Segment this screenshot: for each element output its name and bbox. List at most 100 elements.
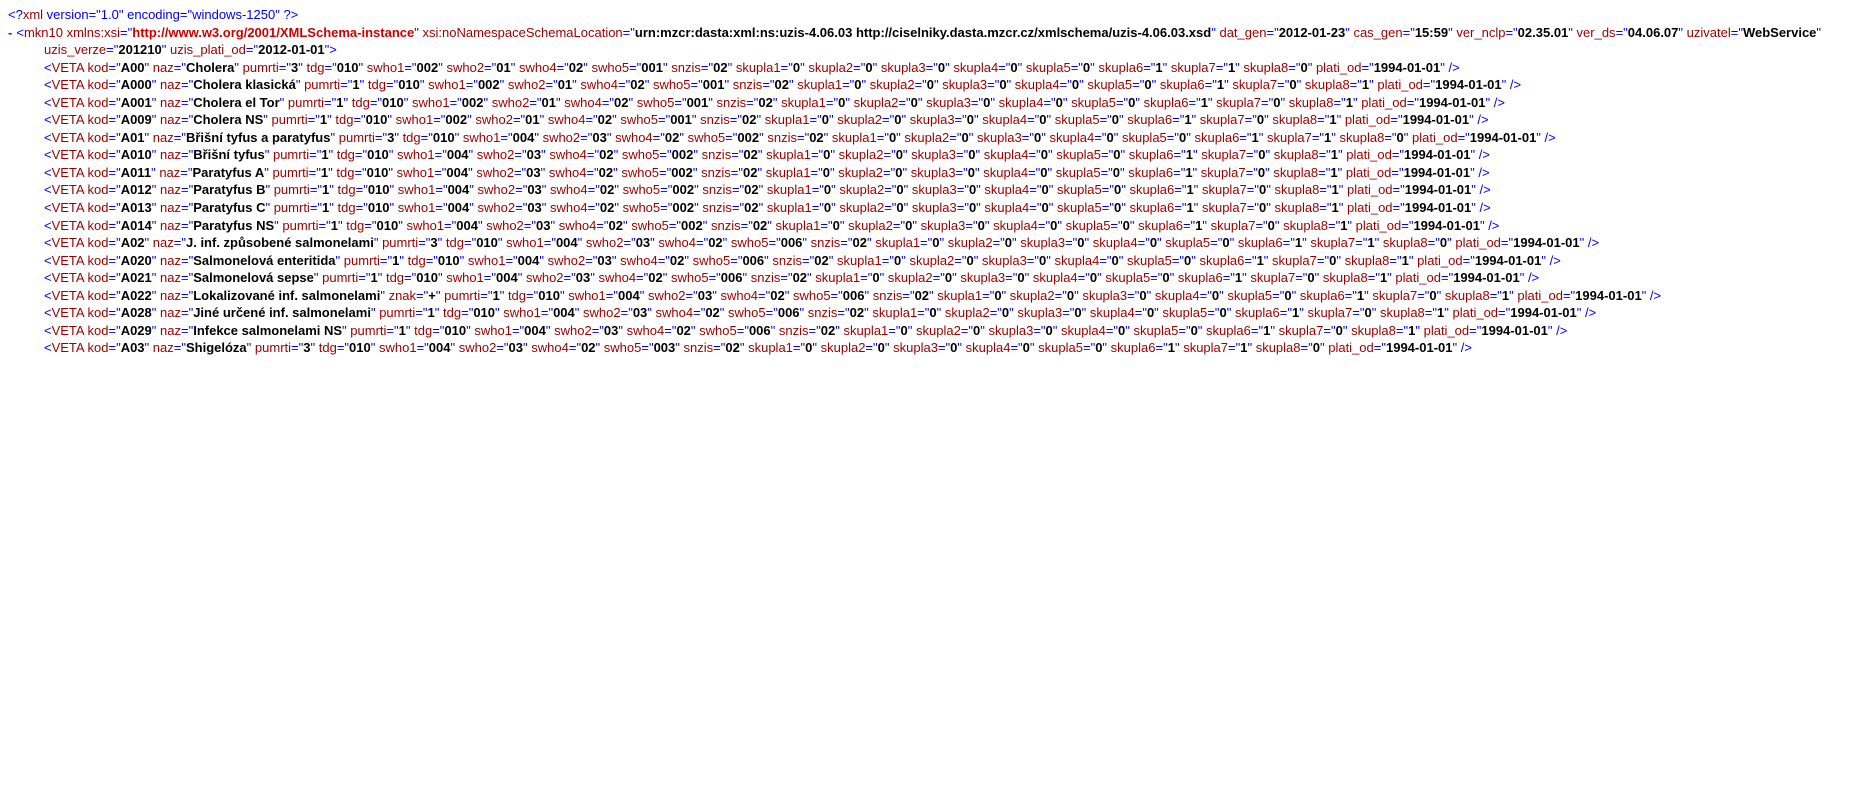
attr-pumrti: pumrti [444,288,480,303]
val-skupla8: 0 [1313,340,1320,355]
attr-skupla3: skupla3 [912,200,957,215]
attr-ver_nclp: ver_nclp [1456,25,1505,40]
val-skupla3: 0 [967,112,974,127]
val-skupla4: 0 [1150,235,1157,250]
val-swho2: 01 [496,60,510,75]
val-swho5: 001 [670,112,692,127]
attr-swho5: swho5 [623,200,661,215]
attr-skupla5: skupla5 [1056,165,1101,180]
attr-skupla7: skupla7 [1250,270,1295,285]
veta-row: <VETA kod="A028" naz="Jiné určené inf. s… [44,304,1852,322]
attr-swho5: swho5 [621,165,659,180]
val-skupla6: 1 [1155,60,1162,75]
val-snzis: 02 [743,165,757,180]
val-naz: Infekce salmonelami NS [193,323,342,338]
attr-swho1: swho1 [468,253,506,268]
val-snzis: 02 [775,77,789,92]
val-snzis: 02 [744,200,758,215]
veta-row: <VETA kod="A03" naz="Shigelóza" pumrti="… [44,339,1852,357]
attr-naz: naz [160,147,181,162]
val-tdg: 010 [444,323,466,338]
attr-skupla6: skupla6 [1194,130,1239,145]
val-skupla2: 0 [896,200,903,215]
attr-skupla1: skupla1 [837,253,882,268]
attr-swho1: swho1 [506,235,544,250]
attr-swho4: swho4 [564,95,602,110]
val-kod: A00 [121,60,145,75]
veta-row: <VETA kod="A01" naz="Břišní tyfus a para… [44,129,1852,147]
attr-skupla4: skupla4 [1015,77,1060,92]
val-swho4: 02 [705,305,719,320]
val-kod: A02 [121,235,145,250]
root-elem-name: mkn10 [24,25,63,40]
attr-skupla8: skupla8 [1243,60,1288,75]
attr-skupla6: skupla6 [1111,340,1156,355]
val-plati_od: 1994-01-01 [1404,165,1471,180]
val-naz: Cholera klasická [193,77,296,92]
attr-kod: kod [88,288,109,303]
val-skupla4: 0 [1112,253,1119,268]
attr-skupla6: skupla6 [1129,182,1174,197]
attr-tdg: tdg [403,130,421,145]
val-plati_od: 1994-01-01 [1386,340,1453,355]
attr-skupla5: skupla5 [1134,323,1179,338]
val-swho4: 02 [600,182,614,197]
val-swho1: 004 [456,218,478,233]
val-naz: J. inf. způsobené salmonelami [186,235,374,250]
attr-uzis_verze: uzis_verze [44,42,106,57]
attr-dat_gen: dat_gen [1219,25,1266,40]
val-swho2: 03 [633,305,647,320]
attr-snzis: snzis [733,77,763,92]
xml-version: version="1.0" [47,7,124,22]
val-swho4: 02 [569,60,583,75]
val-skupla4: 0 [1072,77,1079,92]
attr-kod: kod [88,305,109,320]
attr-skupla6: skupla6 [1200,253,1245,268]
attr-swho4: swho4 [550,200,588,215]
val-skupla7: 1 [1367,235,1374,250]
attr-skupla2: skupla2 [821,340,866,355]
attr-skupla2: skupla2 [870,77,915,92]
val-tdg: 010 [368,200,390,215]
attr-skupla8: skupla8 [1283,218,1328,233]
attr-tdg: tdg [408,253,426,268]
veta-row: <VETA kod="A02" naz="J. inf. způsobené s… [44,234,1852,252]
val-cas_gen: 15:59 [1415,25,1448,40]
val-skupla5: 0 [1284,288,1291,303]
attr-kod: kod [88,165,109,180]
attr-kod: kod [88,340,109,355]
attr-swho4: swho4 [658,235,696,250]
val-skupla8: 1 [1332,200,1339,215]
attr-swho4: swho4 [720,288,758,303]
val-skupla1: 0 [854,77,861,92]
attr-naz: naz [160,253,181,268]
val-tdg: 010 [438,253,460,268]
val-ver_ds: 04.06.07 [1628,25,1679,40]
val-swho2: 03 [604,323,618,338]
veta-elem-name: VETA [52,305,84,320]
attr-skupla1: skupla1 [781,95,826,110]
attr-skupla1: skupla1 [776,218,821,233]
attr-swho5: swho5 [731,235,769,250]
val-schema-loc: urn:mzcr:dasta:xml:ns:uzis-4.06.03 http:… [635,25,1211,40]
attr-tdg: tdg [508,288,526,303]
val-skupla2: 0 [896,147,903,162]
val-skupla1: 0 [929,305,936,320]
veta-row: <VETA kod="A009" naz="Cholera NS" pumrti… [44,111,1852,129]
val-skupla8: 1 [1402,253,1409,268]
val-tdg: 010 [476,235,498,250]
attr-swho2: swho2 [478,182,516,197]
veta-elem-name: VETA [52,253,84,268]
veta-row: <VETA kod="A020" naz="Salmonelová enteri… [44,252,1852,270]
attr-skupla6: skupla6 [1144,95,1189,110]
attr-skupla3: skupla3 [893,340,938,355]
val-snzis: 02 [753,218,767,233]
attr-skupla8: skupla8 [1380,305,1425,320]
attr-swho1: swho1 [474,323,512,338]
val-swho5: 006 [742,253,764,268]
attr-skupla8: skupla8 [1340,130,1385,145]
attr-skupla4: skupla4 [984,182,1029,197]
veta-row: <VETA kod="A022" naz="Lokalizované inf. … [44,287,1852,305]
attr-skupla3: skupla3 [910,112,955,127]
val-skupla7: 0 [1336,323,1343,338]
